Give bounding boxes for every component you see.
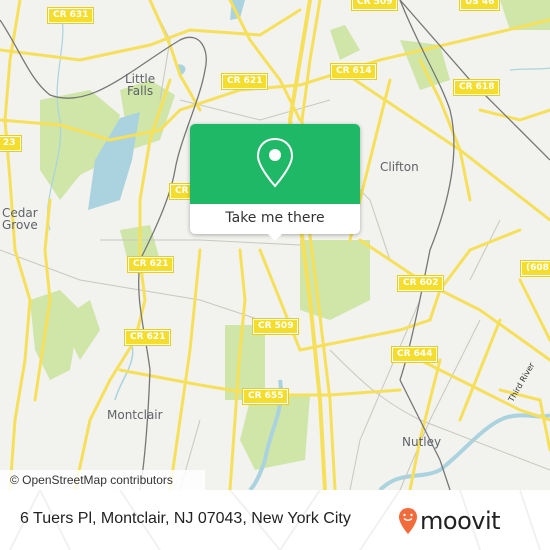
road-shield: CR 644 [390,346,439,363]
road-shield: CR 621 [220,73,269,90]
road-shield: US 46 [458,0,501,11]
map-tiles [0,0,550,490]
address-text: 6 Tuers Pl, Montclair, NJ 07043, New Yor… [20,510,351,527]
road-shield: CR 655 [241,388,290,405]
moovit-pin-icon [399,508,417,534]
road-shield: CR 621 [123,329,172,346]
road-shield: 23 [0,135,22,152]
map-view[interactable]: CR 631 CR 509 US 46 CR 621 CR 614 CR 618… [0,0,550,490]
map-pin-icon [256,137,294,188]
parks [30,0,550,470]
road-shield: CR 509 [350,0,399,11]
road-shield: CR 614 [329,63,378,80]
place-label: Clifton [380,160,419,174]
road-shield: CR 631 [46,7,95,24]
attribution-text: © OpenStreetMap contributors [10,473,173,487]
map-attribution[interactable]: © OpenStreetMap contributors [0,470,205,490]
road-shield: CR 621 [126,256,175,273]
take-me-there-button[interactable]: Take me there [190,204,360,234]
footer-bar: 6 Tuers Pl, Montclair, NJ 07043, New Yor… [0,490,550,550]
place-label: Nutley [402,435,442,449]
place-label: Falls [127,84,154,98]
place-label: Montclair [107,408,163,422]
road-shield: CR 618 [452,79,501,96]
road-shield: CR 602 [396,275,445,292]
road-shield: (608 [520,260,550,277]
destination-popup: Take me there [190,124,360,241]
brand-wordmark: moovit [420,507,501,535]
moovit-logo[interactable]: moovit [398,505,501,537]
popup-pointer [268,234,282,241]
place-label: Grove [2,218,38,232]
road-shield: CR 509 [251,318,300,335]
popup-header [190,124,360,204]
